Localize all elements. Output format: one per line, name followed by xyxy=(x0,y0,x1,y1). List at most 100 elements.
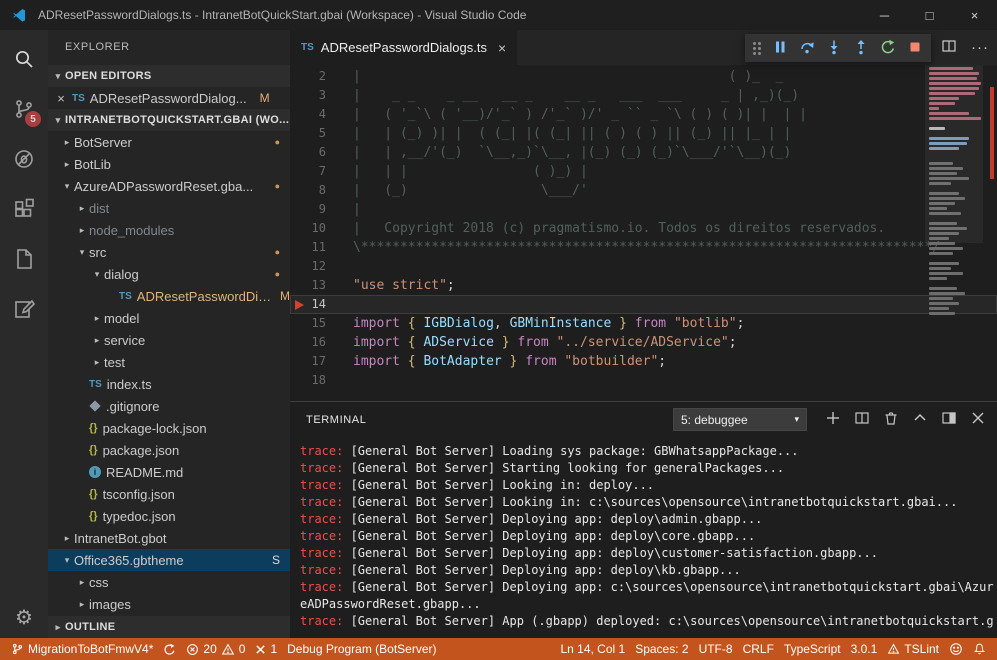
terminal-output[interactable]: trace: [General Bot Server] Loading sys … xyxy=(290,437,997,638)
tree-item[interactable]: {}package-lock.json xyxy=(48,417,290,439)
outline-section-header[interactable]: ▸ OUTLINE xyxy=(48,616,290,638)
line-number[interactable]: 5 xyxy=(290,124,326,143)
notifications-bell-icon[interactable] xyxy=(968,638,991,660)
terminal-select[interactable]: 5: debuggee ▾ xyxy=(673,408,807,431)
tree-item-label: Office365.gbtheme xyxy=(74,553,184,568)
tree-item[interactable]: ▾Office365.gbthemeS xyxy=(48,549,290,571)
open-editors-section-header[interactable]: ▾ OPEN EDITORS xyxy=(48,65,290,87)
line-number[interactable]: 7 xyxy=(290,162,326,181)
edit-document-icon[interactable] xyxy=(0,284,48,334)
restart-button[interactable] xyxy=(880,39,896,58)
split-terminal-icon[interactable] xyxy=(855,411,869,428)
line-number[interactable]: 11 xyxy=(290,238,326,257)
tree-item[interactable]: TSADResetPasswordDial...M xyxy=(48,285,290,307)
search-icon[interactable] xyxy=(0,34,48,84)
line-number[interactable]: 3 xyxy=(290,86,326,105)
tree-item[interactable]: .gitignore xyxy=(48,395,290,417)
tree-item[interactable]: ▸IntranetBot.gbot xyxy=(48,527,290,549)
drag-handle-icon[interactable] xyxy=(753,42,761,55)
sync-status[interactable] xyxy=(158,638,181,660)
tree-item[interactable]: ▸BotLib xyxy=(48,153,290,175)
status-item[interactable]: Spaces: 2 xyxy=(630,638,693,660)
tslint-status[interactable]: TSLint xyxy=(882,638,944,660)
status-item[interactable]: UTF-8 xyxy=(694,638,738,660)
tree-item[interactable]: {}tsconfig.json xyxy=(48,483,290,505)
tree-item[interactable]: ▸node_modules xyxy=(48,219,290,241)
json-file-icon: {} xyxy=(89,510,98,522)
status-item[interactable]: CRLF xyxy=(738,638,779,660)
extensions-icon[interactable] xyxy=(0,184,48,234)
line-number[interactable]: 4 xyxy=(290,105,326,124)
split-editor-icon[interactable] xyxy=(941,38,957,57)
tree-item[interactable]: {}typedoc.json xyxy=(48,505,290,527)
step-into-button[interactable] xyxy=(826,39,842,58)
tree-item-label: test xyxy=(104,355,125,370)
terminal-line: trace: [General Bot Server] Deploying ap… xyxy=(300,562,997,579)
maximize-panel-icon[interactable] xyxy=(913,411,927,428)
files-icon[interactable] xyxy=(0,234,48,284)
problems-status[interactable]: 20 0 xyxy=(181,638,250,660)
terminal-tab[interactable]: TERMINAL xyxy=(306,414,366,426)
tree-item[interactable]: ▸dist xyxy=(48,197,290,219)
tree-item[interactable]: ▸service xyxy=(48,329,290,351)
line-number[interactable]: 8 xyxy=(290,181,326,200)
line-number[interactable]: 18 xyxy=(290,371,326,390)
overview-ruler[interactable] xyxy=(984,65,997,401)
close-tab-icon[interactable]: × xyxy=(498,40,506,56)
close-editor-icon[interactable]: × xyxy=(55,91,67,106)
line-number[interactable]: 12 xyxy=(290,257,326,276)
maximize-button[interactable]: □ xyxy=(907,0,952,30)
terminal-line: eADPasswordReset.gbapp... xyxy=(300,596,997,613)
tree-item[interactable]: ▾AzureADPasswordReset.gba...● xyxy=(48,175,290,197)
tree-item[interactable]: TSindex.ts xyxy=(48,373,290,395)
debug-icon[interactable] xyxy=(0,134,48,184)
close-panel-icon[interactable] xyxy=(971,411,985,428)
status-item[interactable]: TypeScript xyxy=(779,638,846,660)
tree-item[interactable]: ▸test xyxy=(48,351,290,373)
status-item[interactable]: Ln 14, Col 1 xyxy=(555,638,630,660)
minimize-button[interactable]: ─ xyxy=(862,0,907,30)
close-button[interactable]: × xyxy=(952,0,997,30)
kill-terminal-icon[interactable] xyxy=(884,411,898,428)
panel-position-icon[interactable] xyxy=(942,411,956,428)
open-editor-item[interactable]: × TS ADResetPasswordDialog... M xyxy=(48,87,290,109)
more-actions-icon[interactable]: ··· xyxy=(971,39,989,56)
source-control-icon[interactable]: 5 xyxy=(0,84,48,134)
code-editor[interactable]: 2| ( )_ _3| _ _ _ __ __ _ __ _ ___ ___ _… xyxy=(290,65,997,401)
line-number[interactable]: 17 xyxy=(290,352,326,371)
tree-item[interactable]: ▸images xyxy=(48,593,290,615)
settings-gear-icon[interactable]: ⚙ xyxy=(15,605,33,630)
code-line: 4| ( '_`\ ( '__)/'_` ) /'_` )/' _ `` _ `… xyxy=(290,105,997,124)
tree-item[interactable]: ▾src● xyxy=(48,241,290,263)
debug-target-status[interactable]: Debug Program (BotServer) xyxy=(282,638,441,660)
git-branch-status[interactable]: MigrationToBotFmwV4* xyxy=(6,638,158,660)
tree-item[interactable]: ▸model xyxy=(48,307,290,329)
line-number[interactable]: 10 xyxy=(290,219,326,238)
tree-item[interactable]: iREADME.md xyxy=(48,461,290,483)
tab-adresetpassworddialogs[interactable]: TS ADResetPasswordDialogs.ts × xyxy=(290,30,517,65)
step-over-button[interactable] xyxy=(799,39,815,58)
code-line: 16import { ADService } from "../service/… xyxy=(290,333,997,352)
status-item[interactable]: 3.0.1 xyxy=(846,638,883,660)
line-number[interactable]: 2 xyxy=(290,67,326,86)
workspace-section-header[interactable]: ▾ INTRANETBOTQUICKSTART.GBAI (WO... xyxy=(48,109,290,131)
code-line: 13"use strict"; xyxy=(290,276,997,295)
minimap[interactable] xyxy=(925,65,983,401)
step-out-button[interactable] xyxy=(853,39,869,58)
line-number[interactable]: 9 xyxy=(290,200,326,219)
tree-item[interactable]: {}package.json xyxy=(48,439,290,461)
tree-item[interactable]: ▸css xyxy=(48,571,290,593)
pause-button[interactable] xyxy=(772,39,788,58)
tree-item[interactable]: ▾dialog● xyxy=(48,263,290,285)
stop-button[interactable] xyxy=(907,39,923,58)
tree-item[interactable]: ▸BotServer● xyxy=(48,131,290,153)
new-terminal-icon[interactable] xyxy=(826,411,840,428)
failed-tasks-status[interactable]: 1 xyxy=(250,638,282,660)
minimap-slider[interactable] xyxy=(925,65,983,243)
line-number[interactable]: 13 xyxy=(290,276,326,295)
line-number[interactable]: 16 xyxy=(290,333,326,352)
feedback-smiley-icon[interactable] xyxy=(944,638,968,660)
line-number[interactable]: 15 xyxy=(290,314,326,333)
line-number[interactable]: 6 xyxy=(290,143,326,162)
code-line: 7| | | ( )_) | xyxy=(290,162,997,181)
